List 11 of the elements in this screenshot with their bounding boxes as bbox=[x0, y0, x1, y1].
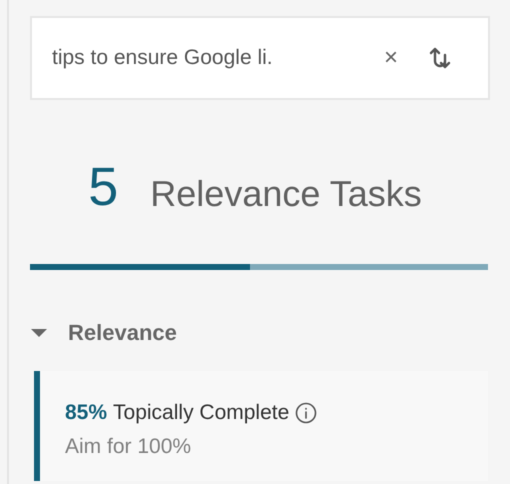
section-title: Relevance bbox=[68, 319, 177, 347]
task-score: 85% bbox=[65, 400, 108, 426]
clear-button[interactable]: × bbox=[384, 46, 398, 70]
search-field[interactable]: tips to ensure Google li. × bbox=[30, 16, 490, 100]
info-icon[interactable] bbox=[295, 402, 318, 424]
search-input[interactable]: tips to ensure Google li. bbox=[52, 42, 376, 74]
tasks-title: Relevance Tasks bbox=[150, 176, 422, 214]
task-hint: Aim for 100% bbox=[65, 434, 192, 460]
task-label: Topically Complete bbox=[113, 400, 290, 426]
task-count: 5 bbox=[88, 160, 118, 214]
caret-icon[interactable] bbox=[30, 328, 48, 338]
